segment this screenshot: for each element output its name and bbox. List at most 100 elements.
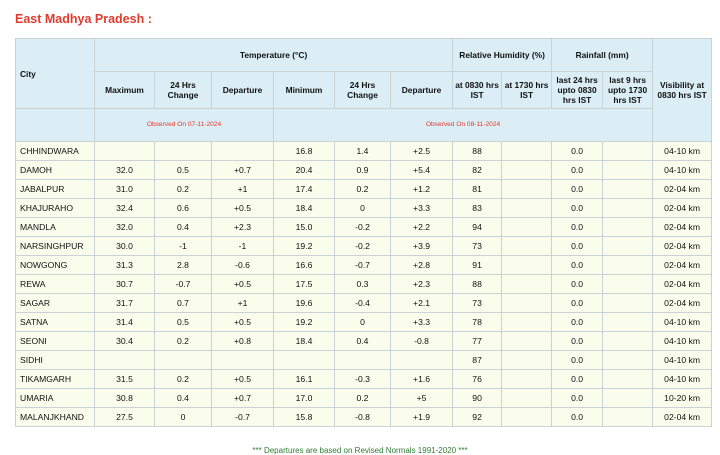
cell-visibility: 02-04 km [652, 198, 713, 218]
cell-rain-24hrs: 0.0 [551, 407, 604, 427]
table-row: NARSINGHPUR 30.0 -1 -1 19.2 -0.2 +3.9 73 0.0 02-0… [15, 236, 713, 256]
cell-departure-min: +1.2 [389, 179, 454, 199]
cell-departure-min: +2.2 [389, 217, 454, 237]
cell-24hrs-change-max: -1 [154, 236, 212, 256]
cell-minimum [273, 350, 335, 370]
cell-visibility: 10-20 km [652, 388, 713, 408]
cell-rh-0830: 78 [452, 312, 503, 332]
cell-departure-max [211, 350, 274, 370]
cell-minimum: 15.8 [273, 407, 335, 427]
cell-rh-1730 [501, 407, 553, 427]
cell-departure-min [389, 350, 454, 370]
cell-rain-24hrs: 0.0 [551, 293, 604, 313]
cell-24hrs-change-max: 0.2 [154, 179, 212, 199]
cell-rain-24hrs: 0.0 [551, 217, 604, 237]
table-row: SAGAR 31.7 0.7 +1 19.6 -0.4 +2.1 73 0.0 02-04 km [15, 293, 713, 313]
cell-maximum: 32.0 [94, 160, 155, 180]
cell-rain-24hrs: 0.0 [551, 255, 604, 275]
cell-24hrs-change-min: -0.8 [334, 407, 391, 427]
cell-departure-max: +0.5 [211, 198, 274, 218]
cell-rh-1730 [501, 217, 553, 237]
cell-city: TIKAMGARH [15, 369, 95, 389]
cell-24hrs-change-min: 0.4 [334, 331, 391, 351]
cell-24hrs-change-min: 0.2 [334, 388, 391, 408]
cell-rain-9hrs [602, 331, 654, 351]
cell-rh-1730 [501, 255, 553, 275]
cell-24hrs-change-max: 2.8 [154, 255, 212, 275]
table-header: City Temperature (°C) Relative Humidity … [15, 38, 713, 142]
cell-rain-24hrs: 0.0 [551, 236, 604, 256]
cell-rain-24hrs: 0.0 [551, 312, 604, 332]
cell-minimum: 16.8 [273, 141, 335, 161]
cell-rain-9hrs [602, 312, 654, 332]
cell-departure-min: +1.6 [389, 369, 454, 389]
cell-rain-24hrs: 0.0 [551, 141, 604, 161]
cell-rh-1730 [501, 198, 553, 218]
table-row: CHHINDWARA 16.8 1.4 +2.5 88 0.0 04-10 km [15, 141, 713, 161]
table-row: SATNA 31.4 0.5 +0.5 19.2 0 +3.3 78 0.0 04-10 km [15, 312, 713, 332]
cell-city: NOWGONG [15, 255, 95, 275]
header-rainfall: Rainfall (mm) [551, 38, 654, 72]
header-minimum: Minimum [273, 71, 335, 109]
cell-maximum: 31.4 [94, 312, 155, 332]
cell-city: REWA [15, 274, 95, 294]
cell-rh-1730 [501, 369, 553, 389]
cell-visibility: 02-04 km [652, 179, 713, 199]
cell-rain-9hrs [602, 407, 654, 427]
header-maximum: Maximum [94, 71, 155, 109]
cell-city: JABALPUR [15, 179, 95, 199]
cell-rh-0830: 73 [452, 293, 503, 313]
cell-rain-9hrs [602, 160, 654, 180]
cell-departure-min: +5 [389, 388, 454, 408]
header-rain-24hrs: last 24 hrs upto 0830 hrs IST [551, 71, 604, 109]
cell-24hrs-change-min: -0.2 [334, 236, 391, 256]
cell-24hrs-change-min: -0.2 [334, 217, 391, 237]
cell-24hrs-change-min: 1.4 [334, 141, 391, 161]
cell-rh-0830: 88 [452, 141, 503, 161]
cell-maximum: 31.7 [94, 293, 155, 313]
cell-maximum: 27.5 [94, 407, 155, 427]
cell-departure-min: +2.8 [389, 255, 454, 275]
header-city: City [15, 38, 95, 109]
cell-rain-9hrs [602, 179, 654, 199]
cell-departure-min: +5.4 [389, 160, 454, 180]
cell-rh-1730 [501, 388, 553, 408]
cell-24hrs-change-min: 0.2 [334, 179, 391, 199]
weather-table: City Temperature (°C) Relative Humidity … [15, 38, 713, 427]
cell-rh-1730 [501, 350, 553, 370]
cell-visibility: 04-10 km [652, 331, 713, 351]
cell-visibility: 02-04 km [652, 217, 713, 237]
cell-24hrs-change-min [334, 350, 391, 370]
table-row: TIKAMGARH 31.5 0.2 +0.5 16.1 -0.3 +1.6 76 0.0 04-… [15, 369, 713, 389]
cell-rain-24hrs: 0.0 [551, 160, 604, 180]
cell-24hrs-change-min: 0.3 [334, 274, 391, 294]
cell-city: SATNA [15, 312, 95, 332]
cell-city: CHHINDWARA [15, 141, 95, 161]
cell-departure-min: +3.9 [389, 236, 454, 256]
cell-24hrs-change-max: -0.7 [154, 274, 212, 294]
header-departure-max: Departure [211, 71, 274, 109]
table-row: REWA 30.7 -0.7 +0.5 17.5 0.3 +2.3 88 0.0 02-04 km [15, 274, 713, 294]
cell-rain-24hrs: 0.0 [551, 350, 604, 370]
cell-maximum: 32.0 [94, 217, 155, 237]
header-24hrs-change-min: 24 Hrs Change [334, 71, 391, 109]
header-rh-1730: at 1730 hrs IST [501, 71, 553, 109]
cell-minimum: 20.4 [273, 160, 335, 180]
observed-on-max: Observed On 07-11-2024 [94, 108, 274, 142]
table-body: CHHINDWARA 16.8 1.4 +2.5 88 0.0 04-10 km DAMOH 3… [15, 141, 713, 427]
cell-rh-1730 [501, 293, 553, 313]
cell-city: NARSINGHPUR [15, 236, 95, 256]
cell-minimum: 19.6 [273, 293, 335, 313]
cell-24hrs-change-max [154, 350, 212, 370]
cell-rain-24hrs: 0.0 [551, 274, 604, 294]
cell-maximum: 30.8 [94, 388, 155, 408]
table-row: SEONI 30.4 0.2 +0.8 18.4 0.4 -0.8 77 0.0 04-10 km [15, 331, 713, 351]
cell-minimum: 17.4 [273, 179, 335, 199]
cell-24hrs-change-min: 0 [334, 198, 391, 218]
cell-24hrs-change-max: 0 [154, 407, 212, 427]
observed-on-min: Observed On 08-11-2024 [272, 108, 654, 142]
cell-rh-0830: 91 [452, 255, 503, 275]
cell-maximum: 31.3 [94, 255, 155, 275]
cell-24hrs-change-max: 0.2 [154, 369, 212, 389]
cell-maximum: 30.0 [94, 236, 155, 256]
